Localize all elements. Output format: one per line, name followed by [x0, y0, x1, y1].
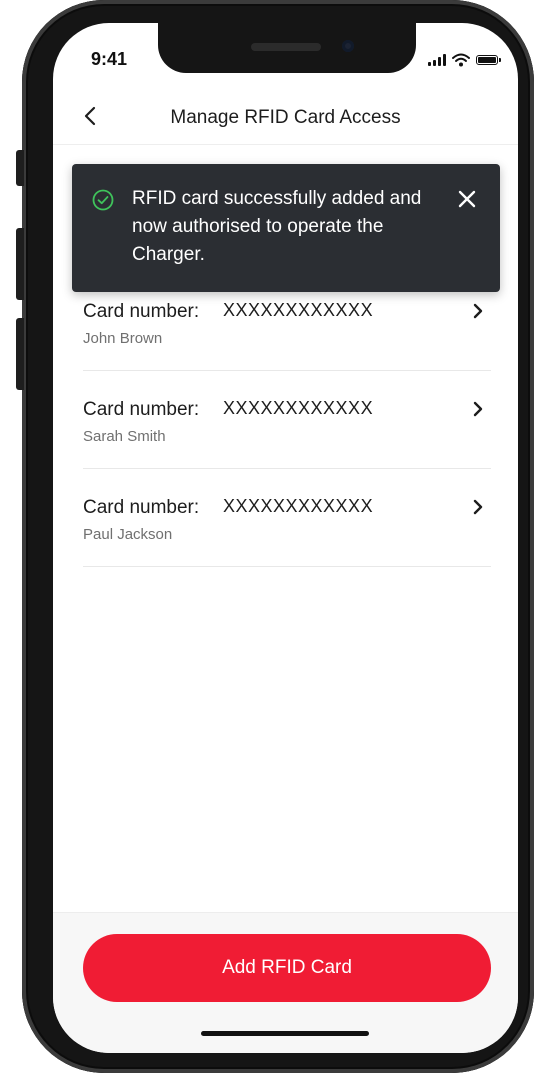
chevron-right-icon: [473, 303, 483, 319]
battery-icon: [476, 55, 501, 65]
success-toast: RFID card successfully added and now aut…: [72, 164, 500, 292]
check-circle-icon: [92, 189, 114, 211]
list-item[interactable]: Card number: XXXXXXXXXXXX Sarah Smith: [83, 371, 491, 469]
card-owner-name: John Brown: [83, 330, 163, 347]
bottom-action-bar: Add RFID Card: [53, 912, 518, 1053]
cellular-signal-icon: [428, 54, 446, 66]
phone-silent-switch: [16, 150, 24, 186]
card-number-label: Card number:: [83, 497, 200, 518]
status-time: 9:41: [91, 49, 128, 69]
close-icon: [458, 190, 476, 208]
phone-volume-up: [16, 228, 24, 300]
speaker-grille: [251, 43, 321, 51]
list-item[interactable]: Card number: XXXXXXXXXXXX Paul Jackson: [83, 469, 491, 567]
phone-volume-down: [16, 318, 24, 390]
header-divider: [53, 144, 518, 145]
card-number-value: XXXXXXXXXXXX: [223, 496, 374, 516]
page-title: Manage RFID Card Access: [170, 107, 401, 128]
device-notch: [158, 23, 416, 73]
app-screen: 9:41 Manage RFID Card Access Card number…: [53, 23, 518, 1053]
front-camera: [342, 40, 354, 52]
home-indicator: [201, 1031, 369, 1036]
card-number-label: Card number:: [83, 399, 200, 420]
add-rfid-card-button[interactable]: Add RFID Card: [83, 934, 491, 1002]
chevron-right-icon: [473, 401, 483, 417]
rfid-card-list: Card number: XXXXXXXXXXXX John Brown Car…: [83, 273, 491, 567]
status-icons: [428, 53, 501, 67]
card-owner-name: Sarah Smith: [83, 428, 166, 445]
chevron-right-icon: [473, 499, 483, 515]
card-owner-name: Paul Jackson: [83, 526, 173, 543]
toast-message: RFID card successfully added and now aut…: [132, 188, 422, 265]
card-number-value: XXXXXXXXXXXX: [223, 300, 374, 320]
card-number-label: Card number:: [83, 301, 200, 322]
wifi-icon: [452, 53, 470, 67]
navigation-bar: Manage RFID Card Access: [53, 91, 518, 143]
toast-close-button[interactable]: [454, 186, 480, 212]
card-number-value: XXXXXXXXXXXX: [223, 398, 374, 418]
